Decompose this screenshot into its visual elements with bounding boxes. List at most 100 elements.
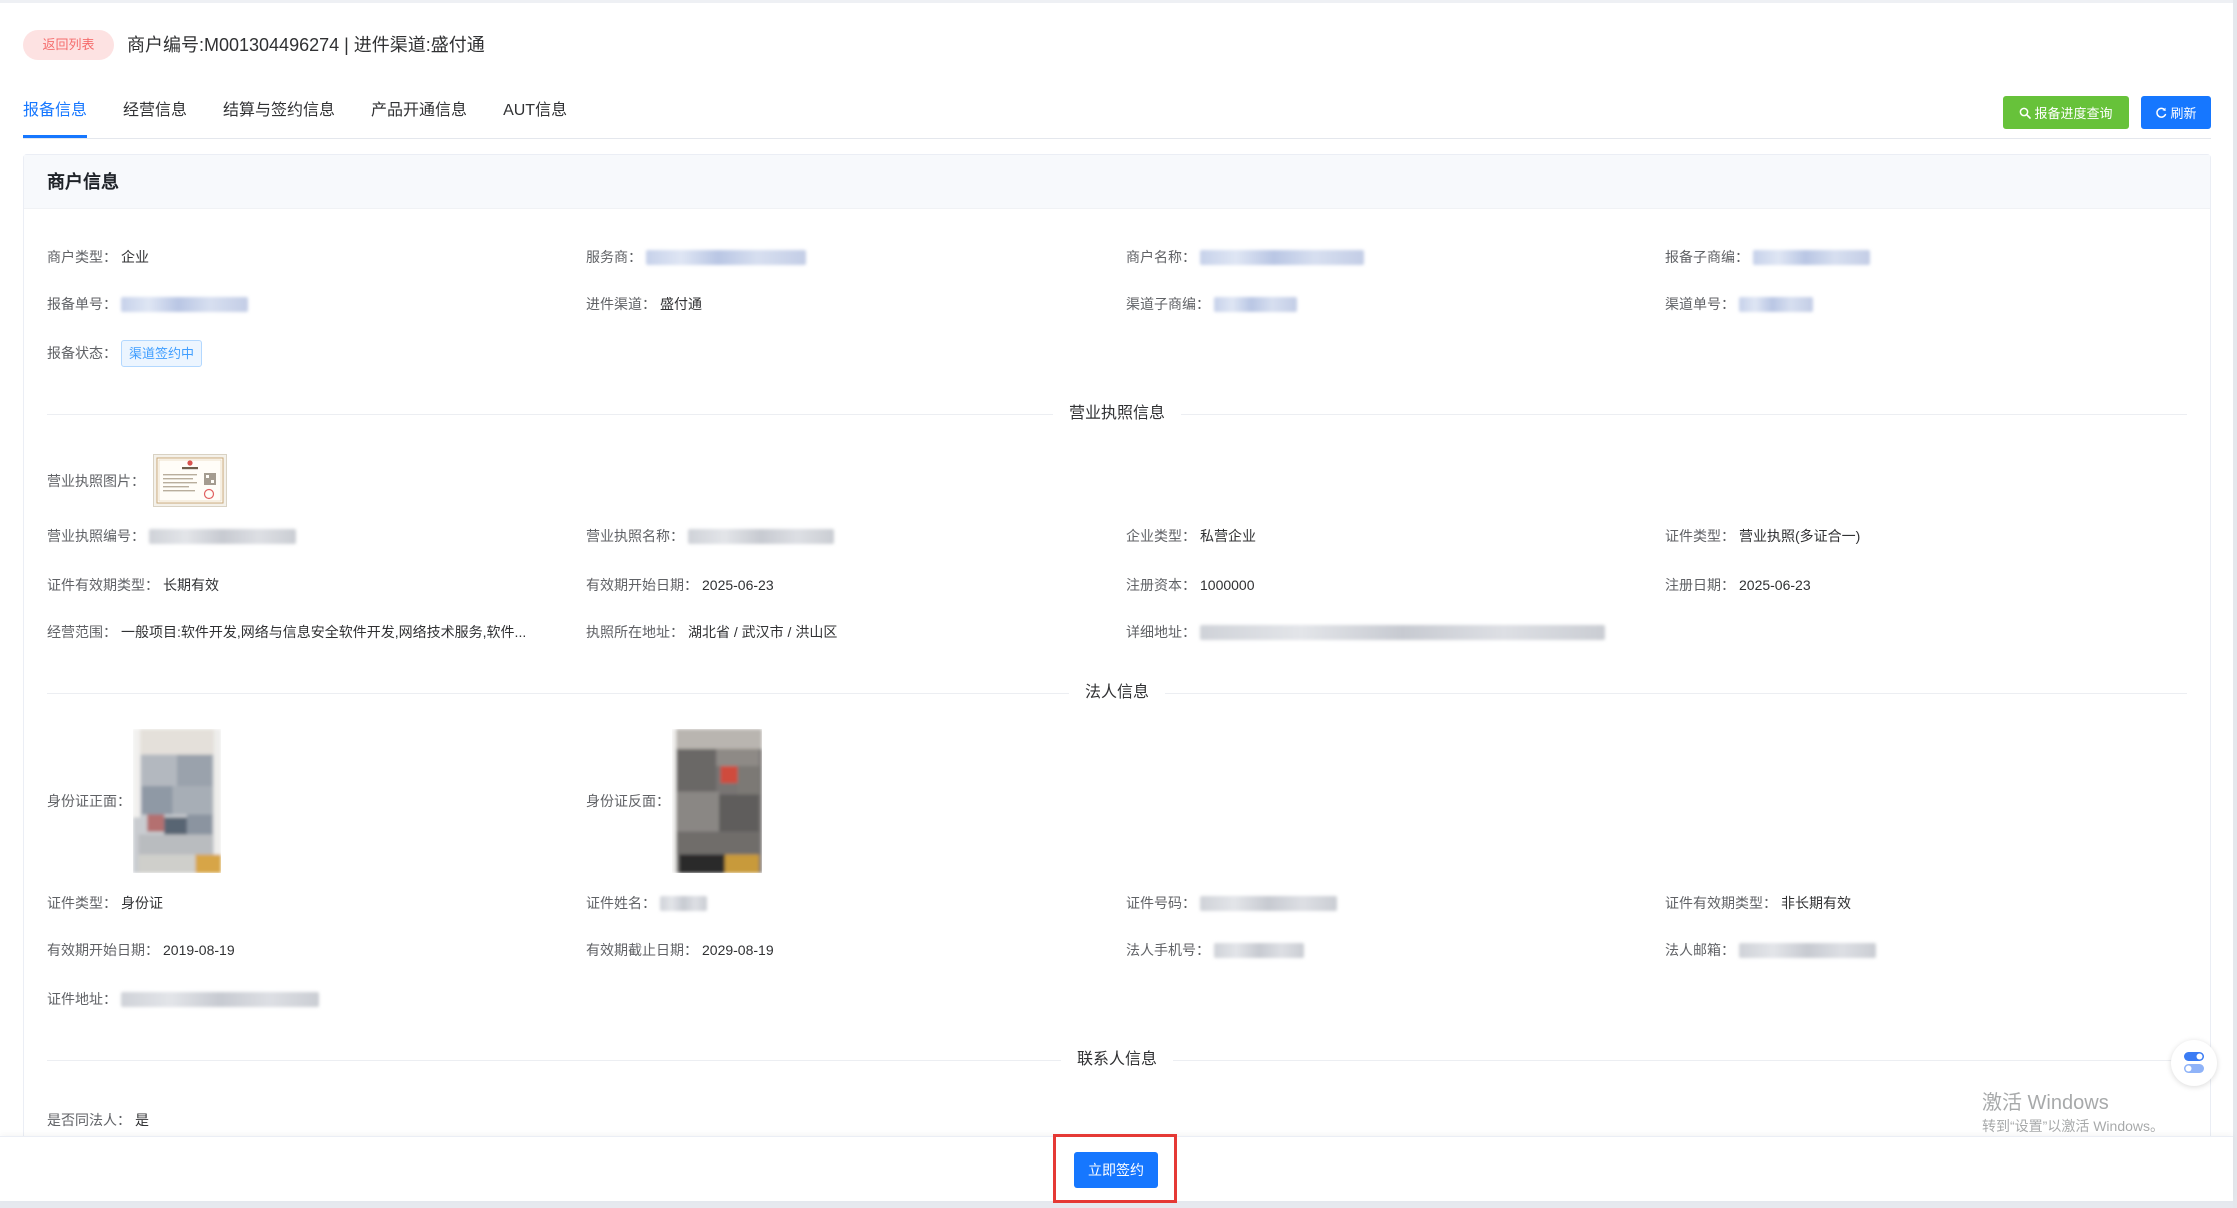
search-icon — [2020, 107, 2032, 119]
license-row-2: 证件有效期类型： 长期有效 有效期开始日期： 2025-06-23 注册资本： … — [47, 573, 2205, 597]
merchant-row-1: 商户类型： 企业 服务商： 商户名称： 报备子商编： — [47, 245, 2205, 269]
field-id-validity-type: 证件有效期类型： 非长期有效 — [1665, 891, 2205, 915]
field-report-no: 报备单号： — [47, 292, 586, 316]
divider-line — [47, 692, 1069, 694]
redacted-value — [688, 528, 834, 544]
section-title: 营业执照信息 — [1069, 405, 1166, 422]
field-label: 渠道子商编： — [1126, 296, 1210, 312]
toggle-switch-icon — [2184, 1052, 2204, 1073]
field-label: 有效期截止日期： — [586, 942, 698, 958]
field-label: 商户类型： — [47, 249, 117, 265]
redacted-value — [1214, 942, 1304, 958]
redacted-value — [121, 991, 319, 1007]
field-label: 证件号码： — [1126, 895, 1196, 911]
tab-settlement-sign-info[interactable]: 结算与签约信息 — [223, 99, 335, 138]
tab-bar: 报备信息 经营信息 结算与签约信息 产品开通信息 AUT信息 — [23, 99, 567, 138]
field-legal-phone: 法人手机号： — [1126, 938, 1665, 962]
redacted-value — [1200, 895, 1337, 911]
tab-report-info[interactable]: 报备信息 — [23, 99, 88, 138]
legal-row-3: 证件地址： — [47, 987, 2205, 1011]
report-progress-query-button[interactable]: 报备进度查询 — [2003, 96, 2129, 129]
field-value: 2029-08-19 — [702, 942, 774, 958]
divider-line — [1181, 413, 2188, 415]
license-row-3: 经营范围： 一般项目:软件开发,网络与信息安全软件开发,网络技术服务,软件...… — [47, 620, 2205, 644]
divider-line — [47, 1059, 1061, 1061]
field-license-name: 营业执照名称： — [586, 524, 1126, 548]
legal-row-2: 有效期开始日期： 2019-08-19 有效期截止日期： 2029-08-19 … — [47, 938, 2205, 962]
field-merchant-type: 商户类型： 企业 — [47, 245, 586, 269]
field-merchant-name: 商户名称： — [1126, 245, 1665, 269]
sign-now-button[interactable]: 立即签约 — [1074, 1152, 1158, 1188]
field-label: 营业执照编号： — [47, 528, 145, 544]
redacted-value — [1739, 942, 1876, 958]
section-divider-legal: 法人信息 — [47, 681, 2188, 705]
field-label: 证件有效期类型： — [47, 577, 159, 593]
redacted-value — [660, 895, 707, 911]
merchant-row-2: 报备单号： 进件渠道： 盛付通 渠道子商编： 渠道单号： — [47, 292, 2205, 316]
field-id-valid-start: 有效期开始日期： 2019-08-19 — [47, 938, 586, 962]
field-value: 身份证 — [121, 895, 163, 911]
redacted-value — [1200, 249, 1364, 265]
float-settings-button[interactable] — [2171, 1040, 2217, 1086]
section-divider-license: 营业执照信息 — [47, 402, 2188, 426]
merchant-info-card: 商户信息 商户类型： 企业 服务商： 商户名称： 报备子商编： 报备单号： 进件… — [23, 154, 2211, 1154]
tab-product-info[interactable]: 产品开通信息 — [371, 99, 467, 138]
field-channel-order-no: 渠道单号： — [1665, 292, 2205, 316]
field-label: 企业类型： — [1126, 528, 1196, 544]
field-id-front: 身份证正面： — [47, 729, 586, 873]
field-label: 营业执照名称： — [586, 528, 684, 544]
field-id-valid-end: 有效期截止日期： 2029-08-19 — [586, 938, 1126, 962]
field-license-address: 执照所在地址： 湖北省 / 武汉市 / 洪山区 — [586, 620, 1126, 644]
field-label: 执照所在地址： — [586, 624, 684, 640]
field-label: 营业执照图片： — [47, 472, 145, 489]
field-label: 详细地址： — [1126, 624, 1196, 640]
merchant-row-3: 报备状态： 渠道签约中 — [47, 340, 2205, 367]
field-label: 证件姓名： — [586, 895, 656, 911]
refresh-label: 刷新 — [2170, 106, 2197, 121]
field-value: 非长期有效 — [1781, 895, 1851, 911]
field-label: 经营范围： — [47, 624, 117, 640]
field-sub-merchant-no: 报备子商编： — [1665, 245, 2205, 269]
contact-row-1: 是否同法人： 是 — [47, 1108, 2205, 1132]
tab-aut-info[interactable]: AUT信息 — [503, 99, 567, 138]
field-channel-sub-merchant-no: 渠道子商编： — [1126, 292, 1665, 316]
field-validity-type: 证件有效期类型： 长期有效 — [47, 573, 586, 597]
id-image-row: 身份证正面： 身份证反面： — [47, 729, 2205, 873]
divider-line — [1165, 692, 2188, 694]
field-value: 湖北省 / 武汉市 / 洪山区 — [688, 624, 838, 640]
divider-line — [1173, 1059, 2188, 1061]
field-label: 身份证反面： — [586, 793, 670, 809]
field-label: 法人手机号： — [1126, 942, 1210, 958]
field-enterprise-type: 企业类型： 私营企业 — [1126, 524, 1665, 548]
license-image-row: 营业执照图片： — [47, 454, 2205, 507]
divider-line — [47, 413, 1053, 415]
section-title: 联系人信息 — [1077, 1051, 1158, 1068]
field-label: 报备单号： — [47, 296, 117, 312]
field-label: 证件类型： — [47, 895, 117, 911]
tab-business-info[interactable]: 经营信息 — [123, 99, 187, 138]
redacted-value — [1739, 296, 1813, 312]
field-label: 证件有效期类型： — [1665, 895, 1777, 911]
field-id-address: 证件地址： — [47, 987, 586, 1011]
license-image-thumbnail[interactable] — [153, 454, 227, 507]
field-cert-type: 证件类型： 营业执照(多证合一) — [1665, 524, 2205, 548]
section-divider-contact: 联系人信息 — [47, 1048, 2188, 1072]
field-value: 2025-06-23 — [702, 577, 774, 593]
id-card-back-image[interactable] — [672, 729, 762, 873]
refresh-button[interactable]: 刷新 — [2141, 96, 2211, 129]
id-card-front-image[interactable] — [133, 729, 221, 873]
field-detail-address: 详细地址： — [1126, 620, 1665, 644]
field-id-type: 证件类型： 身份证 — [47, 891, 586, 915]
back-to-list-button[interactable]: 返回列表 — [23, 30, 114, 60]
field-license-image: 营业执照图片： — [47, 454, 586, 507]
field-value: 企业 — [121, 249, 149, 265]
windows-activation-watermark-hint: 转到“设置”以激活 Windows。 — [1982, 1118, 2165, 1134]
field-value: 一般项目:软件开发,网络与信息安全软件开发,网络技术服务,软件... — [121, 624, 527, 640]
footer-action-bar: 立即签约 — [0, 1136, 2233, 1201]
field-label: 注册资本： — [1126, 577, 1196, 593]
windows-activation-watermark-title: 激活 Windows — [1982, 1092, 2109, 1114]
field-label: 身份证正面： — [47, 793, 131, 809]
bottom-border — [0, 1201, 2237, 1208]
field-label: 注册日期： — [1665, 577, 1735, 593]
refresh-icon — [2156, 107, 2167, 118]
